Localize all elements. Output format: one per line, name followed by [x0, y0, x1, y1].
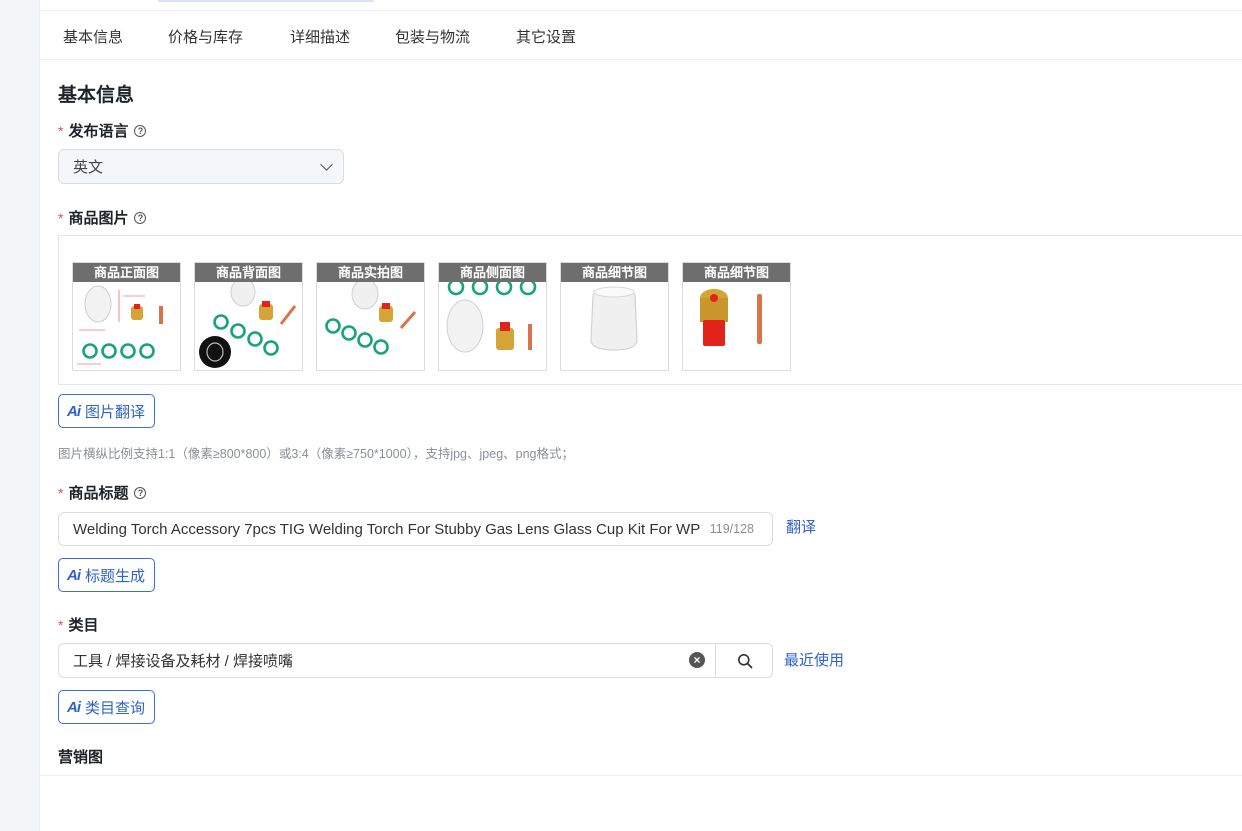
tab-description[interactable]: 详细描述	[290, 26, 350, 47]
product-title-value: Welding Torch Accessory 7pcs TIG Welding…	[73, 520, 701, 538]
product-title-input[interactable]: Welding Torch Accessory 7pcs TIG Welding…	[58, 512, 773, 546]
product-photo	[446, 282, 537, 353]
search-icon	[737, 653, 752, 668]
tab-price-stock[interactable]: 价格与库存	[168, 26, 243, 47]
tab-basic-info[interactable]: 基本信息	[63, 26, 123, 47]
category-search-button[interactable]	[715, 644, 773, 677]
image-caption: 商品实拍图	[317, 263, 424, 282]
product-photo	[700, 289, 762, 346]
product-photo	[325, 282, 417, 355]
product-images-panel: 商品正面图 商品背面图 商品实拍图 商品侧面图 商品细节图 商品细节图	[58, 235, 1242, 385]
image-translate-button[interactable]: Ai 图片翻译	[58, 394, 156, 428]
language-select[interactable]: 英文	[58, 149, 344, 184]
category-query-label: 类目查询	[85, 699, 146, 717]
tab-packaging-logistics[interactable]: 包装与物流	[395, 26, 470, 47]
product-image-thumb[interactable]: 商品实拍图	[316, 262, 425, 371]
image-caption: 商品细节图	[561, 263, 668, 282]
ai-icon: Ai	[67, 566, 81, 584]
required-mark: *	[58, 122, 64, 139]
language-label-text: 发布语言	[68, 123, 129, 140]
category-query-button[interactable]: Ai 类目查询	[58, 690, 156, 724]
title-generate-button[interactable]: Ai 标题生成	[58, 558, 156, 592]
required-mark: *	[58, 209, 64, 226]
image-translate-label: 图片翻译	[85, 403, 146, 421]
section-title: 基本信息	[58, 85, 135, 106]
top-strip	[40, 0, 1242, 11]
required-mark: *	[58, 616, 64, 633]
tab-bar: 基本信息 价格与库存 详细描述 包装与物流 其它设置	[40, 12, 1242, 60]
product-image-thumb[interactable]: 商品细节图	[560, 262, 669, 371]
language-label: * 发布语言 ?	[58, 120, 147, 141]
language-select-value: 英文	[73, 159, 104, 176]
question-circle-icon[interactable]: ?	[134, 211, 147, 224]
product-images-label-text: 商品图片	[68, 210, 129, 227]
translate-link[interactable]: 翻译	[786, 516, 816, 537]
product-image-thumb[interactable]: 商品背面图	[194, 262, 303, 371]
recent-used-link[interactable]: 最近使用	[784, 649, 844, 670]
category-label: * 类目	[58, 614, 98, 635]
ai-icon: Ai	[67, 402, 81, 420]
product-image-thumb[interactable]: 商品细节图	[682, 262, 791, 371]
category-value: 工具 / 焊接设备及耗材 / 焊接喷嘴	[73, 653, 294, 670]
left-gutter	[0, 0, 40, 831]
product-photo	[199, 282, 297, 368]
product-photo	[77, 285, 163, 365]
product-photo	[590, 286, 638, 351]
product-image-thumb[interactable]: 商品侧面图	[438, 262, 547, 371]
question-circle-icon[interactable]: ?	[134, 486, 147, 499]
ai-icon: Ai	[67, 698, 81, 716]
marketing-image-label: 营销图	[58, 746, 103, 767]
category-input[interactable]: 工具 / 焊接设备及耗材 / 焊接喷嘴 ×	[58, 643, 773, 678]
top-strip-indicator	[158, 0, 374, 2]
image-caption: 商品细节图	[683, 263, 790, 282]
image-caption: 商品侧面图	[439, 263, 546, 282]
product-images-label: * 商品图片 ?	[58, 207, 147, 228]
product-title-label: * 商品标题 ?	[58, 482, 147, 503]
marketing-image-label-text: 营销图	[58, 749, 104, 766]
question-circle-icon[interactable]: ?	[134, 124, 147, 137]
chevron-down-icon	[320, 158, 333, 171]
title-generate-label: 标题生成	[85, 567, 146, 585]
category-label-text: 类目	[68, 617, 99, 634]
product-image-thumb[interactable]: 商品正面图	[72, 262, 181, 371]
character-counter: 119/128	[709, 522, 754, 536]
tab-other-settings[interactable]: 其它设置	[516, 26, 576, 47]
clear-icon[interactable]: ×	[689, 652, 705, 668]
required-mark: *	[58, 484, 64, 501]
marketing-image-area	[40, 775, 1242, 831]
product-title-label-text: 商品标题	[68, 485, 129, 502]
image-caption: 商品背面图	[195, 263, 302, 282]
image-caption: 商品正面图	[73, 263, 180, 282]
image-format-note: 图片横纵比例支持1:1（像素≥800*800）或3:4（像素≥750*1000）…	[58, 447, 574, 461]
